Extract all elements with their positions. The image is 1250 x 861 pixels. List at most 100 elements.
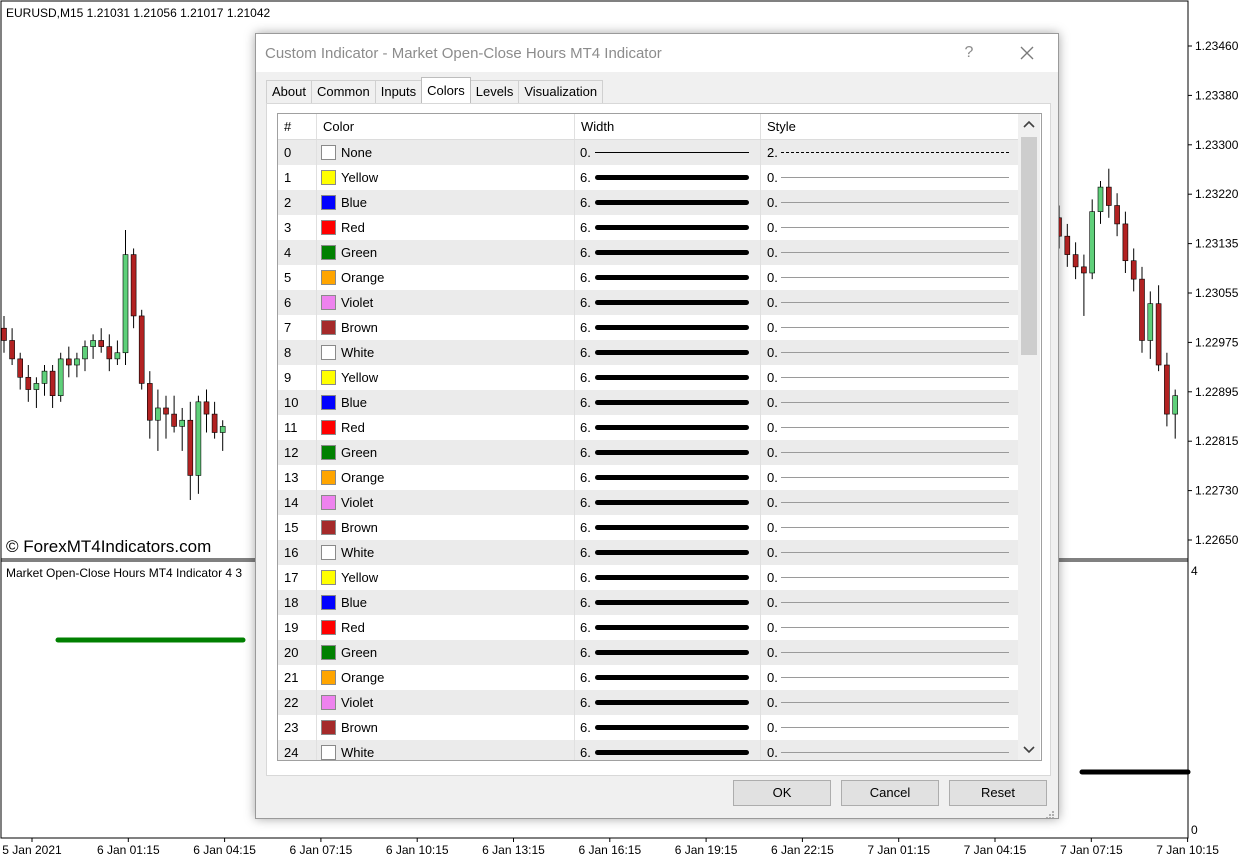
table-row[interactable]: 9 Yellow 6. 0.	[278, 365, 1018, 390]
tab-levels[interactable]: Levels	[469, 80, 520, 103]
table-row[interactable]: 15 Brown 6. 0.	[278, 515, 1018, 540]
width-cell[interactable]: 6.	[575, 565, 761, 590]
style-cell[interactable]: 0.	[761, 640, 1018, 665]
width-cell[interactable]: 6.	[575, 690, 761, 715]
tab-about[interactable]: About	[266, 80, 312, 103]
width-cell[interactable]: 6.	[575, 240, 761, 265]
color-cell[interactable]: Green	[317, 240, 575, 265]
color-cell[interactable]: Brown	[317, 515, 575, 540]
width-cell[interactable]: 6.	[575, 465, 761, 490]
help-button[interactable]: ?	[956, 42, 982, 64]
style-cell[interactable]: 0.	[761, 465, 1018, 490]
color-cell[interactable]: Green	[317, 640, 575, 665]
color-cell[interactable]: Brown	[317, 315, 575, 340]
table-row[interactable]: 13 Orange 6. 0.	[278, 465, 1018, 490]
style-cell[interactable]: 0.	[761, 340, 1018, 365]
table-row[interactable]: 17 Yellow 6. 0.	[278, 565, 1018, 590]
width-cell[interactable]: 6.	[575, 340, 761, 365]
vertical-scrollbar[interactable]	[1018, 114, 1040, 760]
width-cell[interactable]: 6.	[575, 665, 761, 690]
width-cell[interactable]: 6.	[575, 440, 761, 465]
table-row[interactable]: 7 Brown 6. 0.	[278, 315, 1018, 340]
color-cell[interactable]: White	[317, 340, 575, 365]
color-cell[interactable]: Violet	[317, 490, 575, 515]
color-cell[interactable]: Red	[317, 415, 575, 440]
color-cell[interactable]: Yellow	[317, 165, 575, 190]
style-cell[interactable]: 2.	[761, 140, 1018, 165]
width-cell[interactable]: 6.	[575, 515, 761, 540]
table-row[interactable]: 4 Green 6. 0.	[278, 240, 1018, 265]
width-cell[interactable]: 6.	[575, 265, 761, 290]
table-row[interactable]: 10 Blue 6. 0.	[278, 390, 1018, 415]
width-cell[interactable]: 6.	[575, 290, 761, 315]
width-cell[interactable]: 6.	[575, 365, 761, 390]
table-row[interactable]: 14 Violet 6. 0.	[278, 490, 1018, 515]
column-header-color[interactable]: Color	[317, 114, 575, 139]
table-row[interactable]: 23 Brown 6. 0.	[278, 715, 1018, 740]
color-cell[interactable]: Orange	[317, 265, 575, 290]
table-row[interactable]: 19 Red 6. 0.	[278, 615, 1018, 640]
style-cell[interactable]: 0.	[761, 515, 1018, 540]
reset-button[interactable]: Reset	[949, 780, 1047, 806]
table-row[interactable]: 6 Violet 6. 0.	[278, 290, 1018, 315]
color-cell[interactable]: Orange	[317, 465, 575, 490]
tab-visualization[interactable]: Visualization	[518, 80, 604, 103]
width-cell[interactable]: 6.	[575, 740, 761, 760]
color-cell[interactable]: Violet	[317, 690, 575, 715]
color-cell[interactable]: None	[317, 140, 575, 165]
table-row[interactable]: 0 None 0. 2.	[278, 140, 1018, 165]
table-row[interactable]: 24 White 6. 0.	[278, 740, 1018, 760]
color-cell[interactable]: Blue	[317, 390, 575, 415]
style-cell[interactable]: 0.	[761, 590, 1018, 615]
style-cell[interactable]: 0.	[761, 490, 1018, 515]
color-cell[interactable]: Green	[317, 440, 575, 465]
style-cell[interactable]: 0.	[761, 415, 1018, 440]
color-cell[interactable]: Blue	[317, 590, 575, 615]
style-cell[interactable]: 0.	[761, 540, 1018, 565]
scroll-down-button[interactable]	[1018, 738, 1040, 760]
color-cell[interactable]: Yellow	[317, 365, 575, 390]
width-cell[interactable]: 6.	[575, 490, 761, 515]
style-cell[interactable]: 0.	[761, 190, 1018, 215]
table-row[interactable]: 5 Orange 6. 0.	[278, 265, 1018, 290]
style-cell[interactable]: 0.	[761, 665, 1018, 690]
tab-inputs[interactable]: Inputs	[374, 80, 423, 103]
style-cell[interactable]: 0.	[761, 565, 1018, 590]
style-cell[interactable]: 0.	[761, 390, 1018, 415]
table-row[interactable]: 20 Green 6. 0.	[278, 640, 1018, 665]
style-cell[interactable]: 0.	[761, 165, 1018, 190]
color-cell[interactable]: Orange	[317, 665, 575, 690]
table-row[interactable]: 12 Green 6. 0.	[278, 440, 1018, 465]
width-cell[interactable]: 6.	[575, 190, 761, 215]
style-cell[interactable]: 0.	[761, 240, 1018, 265]
color-cell[interactable]: White	[317, 540, 575, 565]
width-cell[interactable]: 6.	[575, 165, 761, 190]
style-cell[interactable]: 0.	[761, 365, 1018, 390]
tab-colors[interactable]: Colors	[421, 77, 471, 103]
width-cell[interactable]: 6.	[575, 615, 761, 640]
width-cell[interactable]: 6.	[575, 540, 761, 565]
color-cell[interactable]: Red	[317, 615, 575, 640]
width-cell[interactable]: 6.	[575, 315, 761, 340]
style-cell[interactable]: 0.	[761, 440, 1018, 465]
column-header-num[interactable]: #	[278, 114, 317, 139]
table-row[interactable]: 21 Orange 6. 0.	[278, 665, 1018, 690]
style-cell[interactable]: 0.	[761, 265, 1018, 290]
tab-common[interactable]: Common	[310, 80, 376, 103]
style-cell[interactable]: 0.	[761, 215, 1018, 240]
scroll-up-button[interactable]	[1018, 114, 1040, 136]
width-cell[interactable]: 6.	[575, 390, 761, 415]
table-row[interactable]: 11 Red 6. 0.	[278, 415, 1018, 440]
color-cell[interactable]: Violet	[317, 290, 575, 315]
column-header-style[interactable]: Style	[761, 114, 1018, 139]
ok-button[interactable]: OK	[733, 780, 831, 806]
width-cell[interactable]: 6.	[575, 215, 761, 240]
table-row[interactable]: 1 Yellow 6. 0.	[278, 165, 1018, 190]
width-cell[interactable]: 6.	[575, 590, 761, 615]
color-cell[interactable]: Yellow	[317, 565, 575, 590]
table-row[interactable]: 22 Violet 6. 0.	[278, 690, 1018, 715]
width-cell[interactable]: 0.	[575, 140, 761, 165]
style-cell[interactable]: 0.	[761, 315, 1018, 340]
table-row[interactable]: 8 White 6. 0.	[278, 340, 1018, 365]
style-cell[interactable]: 0.	[761, 740, 1018, 760]
